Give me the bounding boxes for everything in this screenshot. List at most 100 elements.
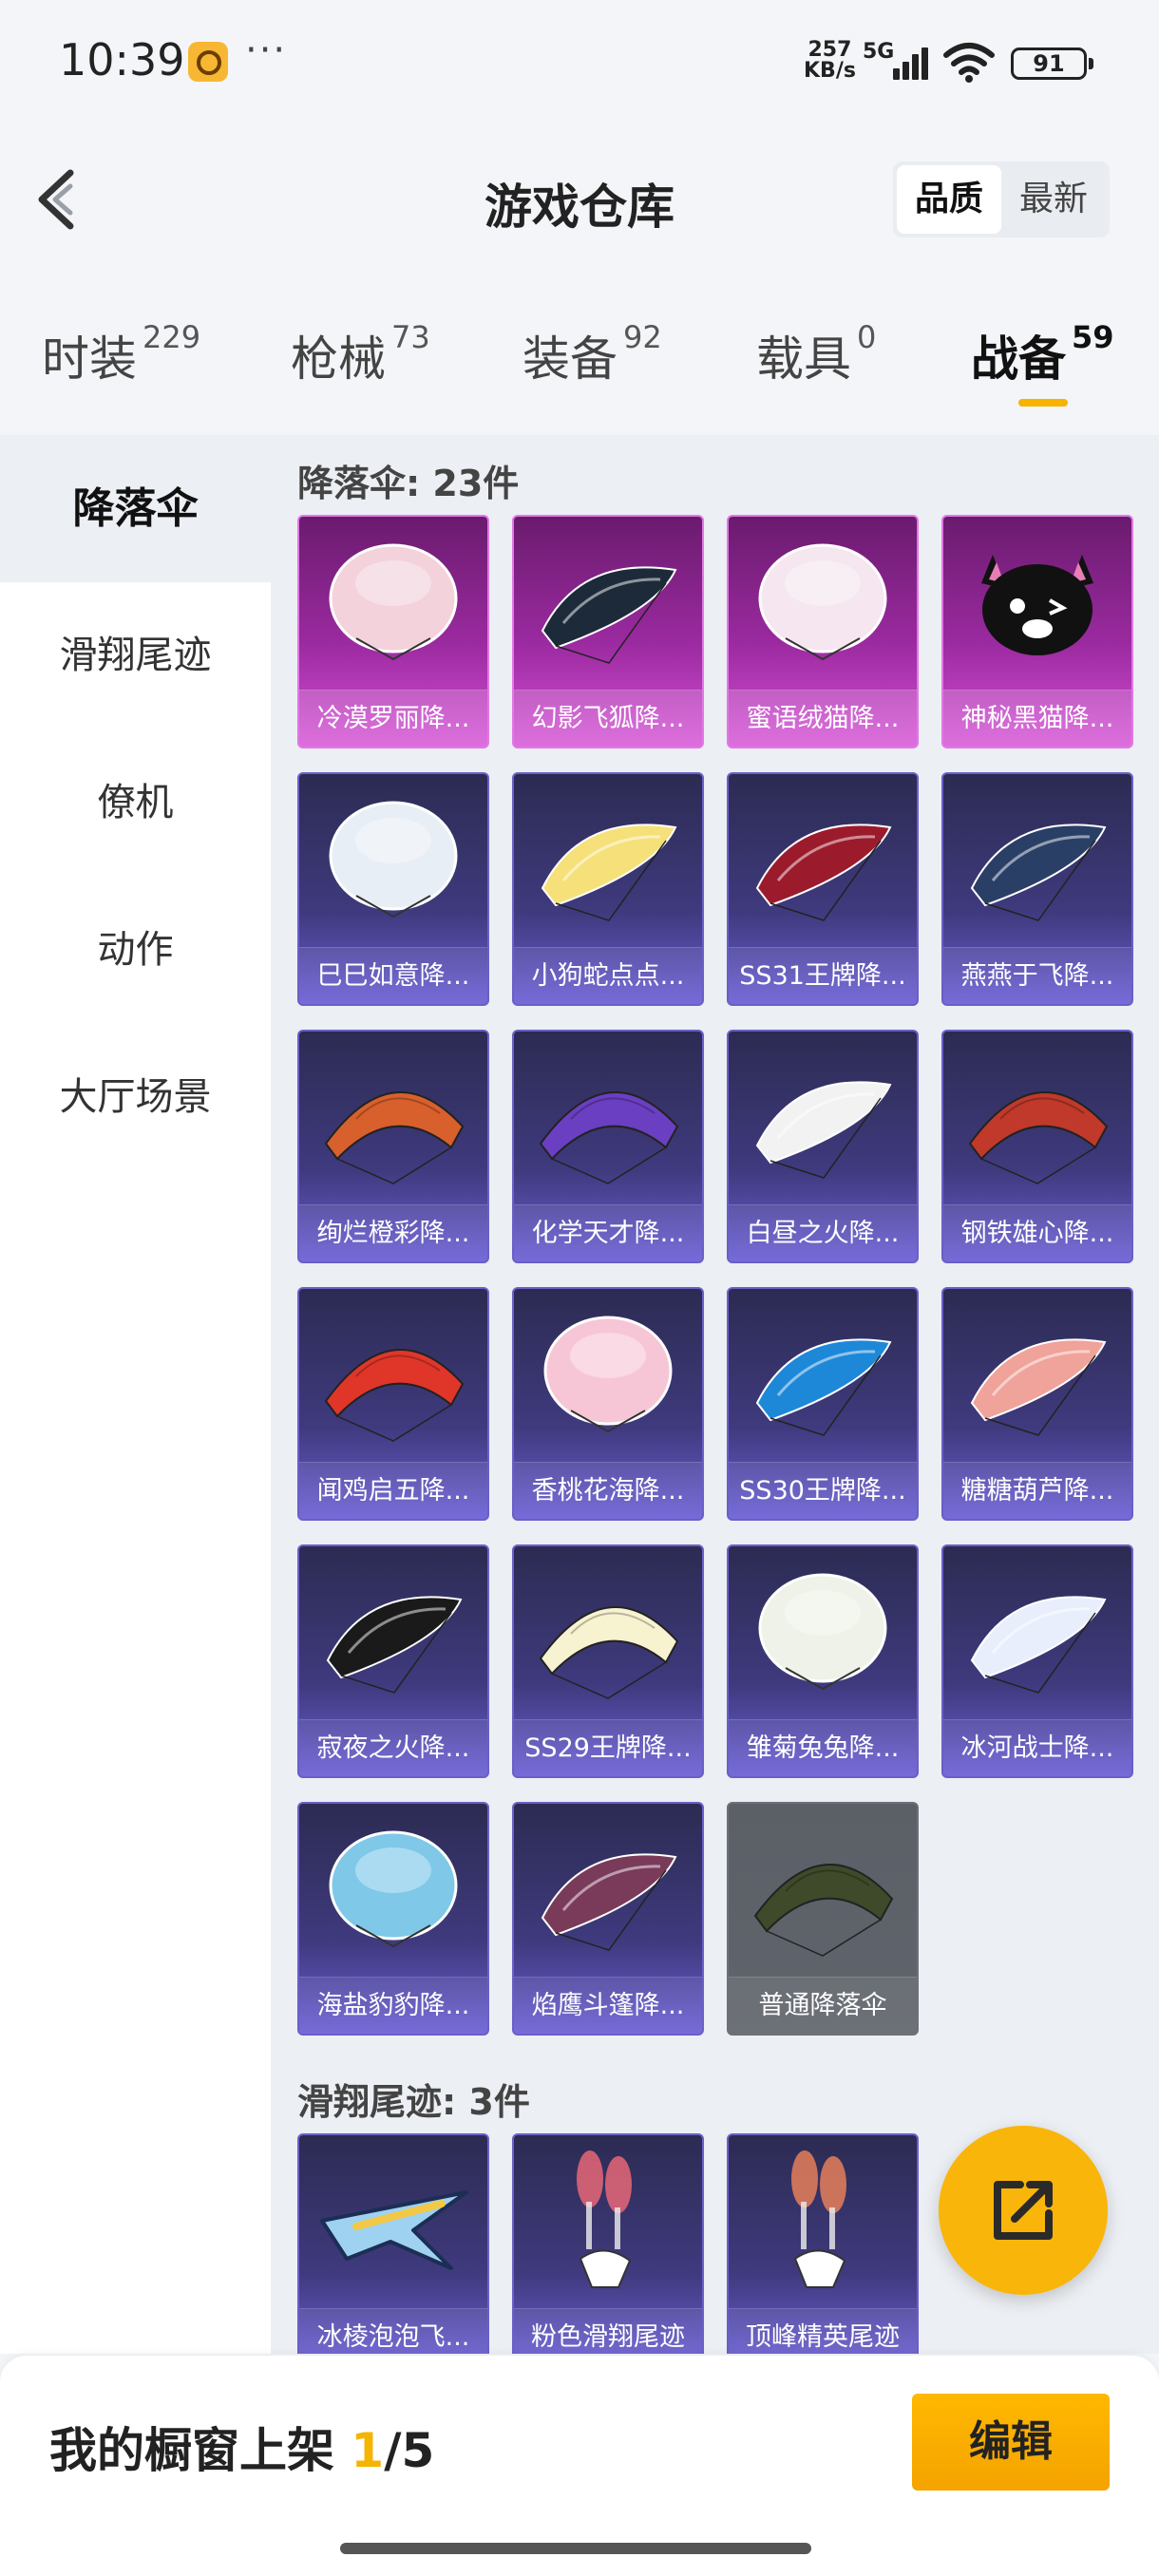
item-card[interactable]: 绚烂橙彩降... [297, 1030, 489, 1263]
item-card[interactable]: 冷漠罗丽降... [297, 515, 489, 748]
tab-label: 装备 [522, 331, 618, 387]
item-name: 海盐豹豹降... [299, 1977, 487, 2034]
share-external-icon[interactable] [939, 2126, 1108, 2295]
parachute-dome-icon [543, 1316, 673, 1433]
item-card[interactable]: 蜜语绒猫降... [727, 515, 919, 748]
item-name: 白昼之火降... [729, 1204, 917, 1261]
showcase-current: 1 [351, 2423, 385, 2478]
item-card[interactable]: 普通降落伞 [727, 1802, 919, 2036]
item-name: 冷漠罗丽降... [299, 690, 487, 747]
item-name: 神秘黑猫降... [943, 690, 1131, 747]
parachute-wing-icon [326, 1596, 463, 1694]
item-name: 糖糖葫芦降... [943, 1462, 1131, 1519]
item-name: 绚烂橙彩降... [299, 1204, 487, 1261]
item-name: 燕燕于飞降... [943, 947, 1131, 1004]
parachute-wing-icon [970, 824, 1107, 921]
tab-equipment[interactable]: 装备 92 [522, 319, 662, 389]
more-notifications-icon: ··· [245, 28, 288, 72]
parachute-wing-icon [970, 1596, 1107, 1694]
tab-weapons[interactable]: 枪械 73 [291, 319, 430, 389]
item-card[interactable]: 幻影飞狐降... [512, 515, 704, 748]
tab-count: 0 [857, 319, 877, 355]
sidebar-item-parachute[interactable]: 降落伞 [0, 435, 271, 582]
parachute-dome-icon [758, 543, 887, 661]
item-card[interactable]: 冰棱泡泡飞... [297, 2133, 489, 2354]
item-card[interactable]: SS30王牌降... [727, 1287, 919, 1521]
status-bar: 10:39 ··· 257 KB/s 5G 91 [0, 0, 1159, 123]
header: 游戏仓库 品质 最新 [0, 142, 1159, 256]
active-tab-indicator [1018, 399, 1068, 407]
item-name: 焰鹰斗篷降... [514, 1977, 702, 2034]
sidebar-item-glide-trail[interactable]: 滑翔尾迹 [0, 582, 271, 729]
bottom-bar: 我的橱窗上架 1/5 编辑 [0, 2356, 1159, 2576]
smoke-trail-icon [791, 2150, 846, 2288]
battery-icon: 91 [1011, 47, 1093, 80]
item-name: 冰河战士降... [943, 1719, 1131, 1776]
item-grid: 降落伞: 23件 冷漠罗丽降... 幻影飞狐降... 蜜语绒猫降... 神秘黑猫… [271, 435, 1159, 2354]
item-card[interactable]: 寂夜之火降... [297, 1544, 489, 1778]
sort-quality-button[interactable]: 品质 [897, 165, 1001, 234]
sort-toggle: 品质 最新 [893, 161, 1110, 237]
tab-count: 92 [623, 319, 662, 355]
parachute-canopy-icon [324, 1349, 465, 1442]
parachute-dome-icon [758, 1573, 887, 1691]
item-card[interactable]: 巳巳如意降... [297, 772, 489, 1006]
item-name: 蜜语绒猫降... [729, 690, 917, 747]
item-card[interactable]: 顶峰精英尾迹 [727, 2133, 919, 2354]
item-card[interactable]: 粉色滑翔尾迹 [512, 2133, 704, 2354]
parachute-wing-icon [755, 1081, 892, 1179]
item-card[interactable]: 神秘黑猫降... [941, 515, 1133, 748]
showcase-total: /5 [384, 2423, 435, 2478]
item-card[interactable]: 闻鸡启五降... [297, 1287, 489, 1521]
item-card[interactable]: 化学天才降... [512, 1030, 704, 1263]
back-arrow-icon[interactable] [28, 161, 86, 237]
wifi-icon [943, 43, 995, 83]
parachute-wing-icon [541, 566, 677, 664]
item-card[interactable]: 燕燕于飞降... [941, 772, 1133, 1006]
item-card[interactable]: 小狗蛇点点... [512, 772, 704, 1006]
parachute-canopy-icon [324, 1091, 465, 1184]
item-card[interactable]: 焰鹰斗篷降... [512, 1802, 704, 2036]
tab-count: 59 [1072, 319, 1114, 355]
item-name: 巳巳如意降... [299, 947, 487, 1004]
item-name: 化学天才降... [514, 1204, 702, 1261]
item-card[interactable]: SS29王牌降... [512, 1544, 704, 1778]
item-card[interactable]: 白昼之火降... [727, 1030, 919, 1263]
tab-label: 战备 [971, 331, 1066, 387]
parachute-wing-icon [541, 1853, 677, 1951]
item-name: SS31王牌降... [729, 947, 917, 1004]
item-name: SS29王牌降... [514, 1719, 702, 1776]
tab-label: 枪械 [291, 331, 386, 387]
item-card[interactable]: 钢铁雄心降... [941, 1030, 1133, 1263]
item-name: 粉色滑翔尾迹 [514, 2308, 702, 2354]
parachute-wing-icon [755, 1338, 892, 1436]
status-time: 10:39 [59, 34, 185, 85]
item-name: 钢铁雄心降... [943, 1204, 1131, 1261]
tab-vehicles[interactable]: 载具 0 [756, 319, 877, 389]
showcase-count: 我的橱窗上架 1/5 [49, 2413, 434, 2481]
signal-icon [884, 46, 931, 80]
parachute-dome-icon [329, 1830, 458, 1948]
item-name: 香桃花海降... [514, 1462, 702, 1519]
item-name: 顶峰精英尾迹 [729, 2308, 917, 2354]
tab-battle-gear[interactable]: 战备 59 [971, 319, 1114, 389]
edit-button[interactable]: 编辑 [912, 2394, 1110, 2491]
item-card[interactable]: 糖糖葫芦降... [941, 1287, 1133, 1521]
showcase-label: 我的橱窗上架 [49, 2423, 352, 2478]
parachute-dome-icon [329, 801, 458, 919]
parachute-wing-icon [970, 1338, 1107, 1436]
section-title: 降落伞: 23件 [297, 463, 520, 504]
item-name: 幻影飞狐降... [514, 690, 702, 747]
parachute-dome-icon [329, 543, 458, 661]
category-tabs: 时装 229 枪械 73 装备 92 载具 0 战备 59 [0, 304, 1159, 427]
tab-fashion[interactable]: 时装 229 [42, 319, 200, 389]
item-card[interactable]: 海盐豹豹降... [297, 1802, 489, 2036]
sidebar-item-wingman[interactable]: 僚机 [0, 729, 271, 877]
sidebar-item-emote[interactable]: 动作 [0, 877, 271, 1024]
sidebar-item-lobby-scene[interactable]: 大厅场景 [0, 1024, 271, 1171]
item-card[interactable]: 雏菊兔兔降... [727, 1544, 919, 1778]
sort-newest-button[interactable]: 最新 [1001, 165, 1106, 234]
item-card[interactable]: SS31王牌降... [727, 772, 919, 1006]
item-card[interactable]: 冰河战士降... [941, 1544, 1133, 1778]
item-card[interactable]: 香桃花海降... [512, 1287, 704, 1521]
